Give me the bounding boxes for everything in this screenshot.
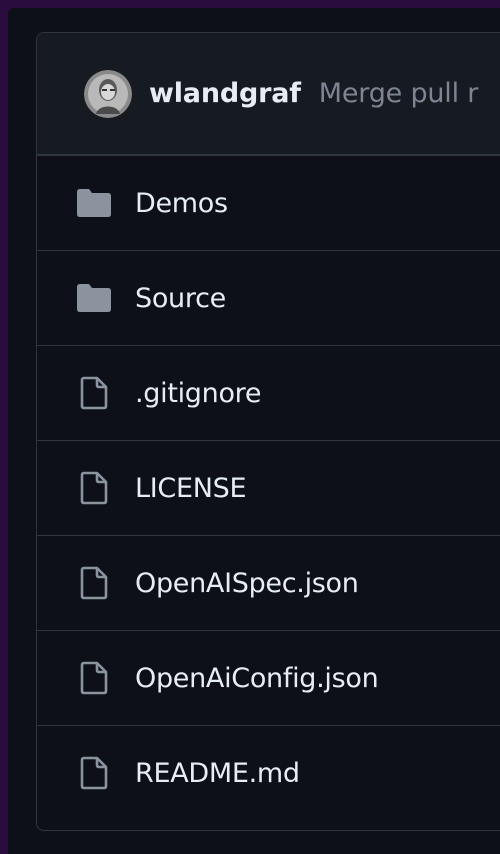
author-avatar[interactable] — [84, 69, 132, 118]
file-name-link[interactable]: OpenAiConfig.json — [135, 663, 379, 694]
file-row-openaispec[interactable]: OpenAISpec.json — [37, 535, 500, 630]
file-row-demos[interactable]: Demos — [37, 155, 500, 250]
file-name-link[interactable]: OpenAISpec.json — [135, 568, 359, 599]
file-icon — [73, 372, 115, 414]
file-icon — [73, 752, 115, 794]
commit-author-link[interactable]: wlandgraf — [149, 78, 301, 109]
file-name-link[interactable]: LICENSE — [135, 473, 247, 504]
file-row-gitignore[interactable]: .gitignore — [37, 345, 500, 440]
folder-icon — [73, 277, 115, 319]
commit-message-link[interactable]: Merge pull r — [319, 78, 479, 109]
file-icon — [73, 467, 115, 509]
file-row-openaiconfig[interactable]: OpenAiConfig.json — [37, 630, 500, 725]
repository-viewport: wlandgraf Merge pull r Demos Source .git… — [8, 8, 500, 854]
file-name-link[interactable]: Source — [135, 283, 226, 314]
file-row-source[interactable]: Source — [37, 250, 500, 345]
file-name-link[interactable]: Demos — [135, 188, 228, 219]
file-icon — [73, 562, 115, 604]
file-row-readme[interactable]: README.md — [37, 725, 500, 820]
file-icon — [73, 657, 115, 699]
latest-commit-header: wlandgraf Merge pull r — [37, 33, 500, 155]
file-name-link[interactable]: .gitignore — [135, 378, 262, 409]
file-list-box: wlandgraf Merge pull r Demos Source .git… — [36, 32, 500, 831]
file-name-link[interactable]: README.md — [135, 758, 300, 789]
file-row-license[interactable]: LICENSE — [37, 440, 500, 535]
folder-icon — [73, 182, 115, 224]
